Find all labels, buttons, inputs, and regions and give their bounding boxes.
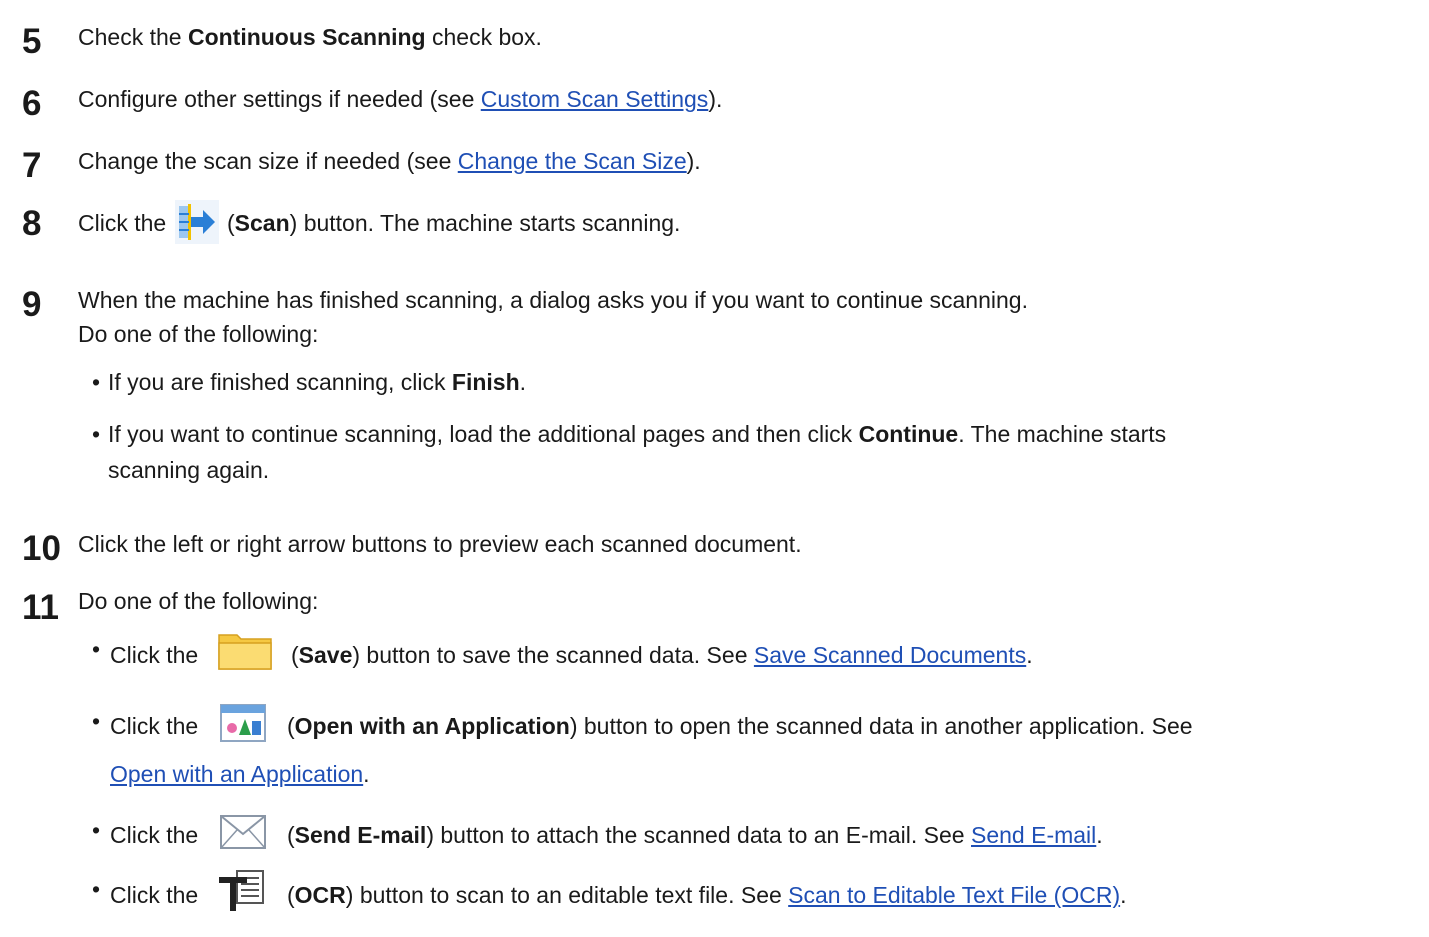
text-segment: ) button to open the scanned data in ano… bbox=[569, 713, 1193, 740]
ui-term: Scan bbox=[234, 210, 290, 237]
step-number: 6 bbox=[22, 84, 42, 123]
text-segment: ) button to save the scanned data. See bbox=[352, 642, 754, 669]
text-segment: ( bbox=[284, 642, 299, 669]
custom-scan-settings-link[interactable]: Custom Scan Settings bbox=[481, 86, 709, 112]
text-segment: ( bbox=[280, 822, 295, 849]
list-item: Click the (Open with an Application) but… bbox=[110, 699, 1193, 747]
text-segment: ) button. The machine starts scanning. bbox=[289, 210, 681, 237]
list-item-continuation: Open with an Application. bbox=[110, 759, 370, 789]
bullet: • bbox=[92, 636, 101, 662]
text-segment: Change the scan size if needed (see bbox=[78, 148, 458, 174]
application-icon bbox=[208, 699, 277, 747]
ui-term: Finish bbox=[451, 369, 520, 395]
bullet: • bbox=[92, 369, 101, 395]
list-item: Click the (OCR) button to scan to an edi… bbox=[110, 865, 1127, 917]
list-item: If you want to continue scanning, load t… bbox=[108, 419, 1166, 449]
step-number: 10 bbox=[22, 529, 61, 568]
list-item: If you are finished scanning, click Fini… bbox=[108, 367, 526, 397]
text-segment: . bbox=[1096, 822, 1103, 849]
step-number: 11 bbox=[22, 588, 59, 627]
step-text: Check the Continuous Scanning check box. bbox=[78, 22, 542, 52]
text-segment: Click the bbox=[78, 210, 173, 237]
text-segment: If you want to continue scanning, load t… bbox=[108, 421, 859, 447]
text-segment: . bbox=[519, 369, 527, 395]
text-segment: . bbox=[363, 761, 370, 787]
text-segment: Configure other settings if needed (see bbox=[78, 86, 481, 112]
ui-term: Open with an Application bbox=[294, 713, 570, 740]
text-segment: ). bbox=[708, 86, 723, 112]
step-text: Click the left or right arrow buttons to… bbox=[78, 531, 802, 557]
text-segment: check box. bbox=[425, 24, 542, 50]
text-segment: . bbox=[1120, 882, 1127, 909]
ui-term: Save bbox=[298, 642, 353, 669]
text-segment: Click the bbox=[110, 713, 205, 740]
text-segment: . The machine starts bbox=[958, 421, 1167, 447]
text-segment: Click the bbox=[110, 822, 205, 849]
ui-term: OCR bbox=[294, 882, 346, 909]
bullet: • bbox=[92, 708, 101, 734]
step-text: Do one of the following: bbox=[78, 321, 319, 347]
step-text: When the machine has finished scanning, … bbox=[78, 287, 1028, 313]
list-item-continuation: scanning again. bbox=[108, 457, 270, 483]
step-text: Click the (Scan) button. The machine sta… bbox=[78, 200, 681, 244]
step-number: 7 bbox=[22, 146, 42, 185]
send-email-link[interactable]: Send E-mail bbox=[971, 822, 1096, 848]
ui-term: Continuous Scanning bbox=[187, 24, 426, 50]
step-text: Configure other settings if needed (see … bbox=[78, 84, 722, 114]
bullet: • bbox=[92, 876, 101, 902]
list-item: Click the (Send E-mail) button to attach… bbox=[110, 808, 1103, 856]
scan-icon bbox=[174, 200, 219, 244]
text-segment: ( bbox=[280, 882, 295, 909]
text-segment: Check the bbox=[78, 24, 188, 50]
text-segment: . bbox=[1026, 642, 1033, 669]
step-text: Do one of the following: bbox=[78, 588, 319, 614]
list-item: Click the (Save) button to save the scan… bbox=[110, 627, 1033, 677]
step-number: 9 bbox=[22, 285, 42, 324]
text-segment: ( bbox=[220, 210, 235, 237]
text-segment: ( bbox=[280, 713, 295, 740]
ocr-icon bbox=[208, 865, 277, 917]
text-segment: ) button to scan to an editable text fil… bbox=[345, 882, 789, 909]
step-text: Change the scan size if needed (see Chan… bbox=[78, 146, 701, 176]
text-segment: ). bbox=[686, 148, 701, 174]
ui-term: Continue bbox=[858, 421, 959, 447]
open-with-application-link[interactable]: Open with an Application bbox=[110, 761, 363, 787]
save-scanned-documents-link[interactable]: Save Scanned Documents bbox=[754, 642, 1026, 668]
step-number: 5 bbox=[22, 22, 42, 61]
ui-term: Send E-mail bbox=[294, 822, 427, 849]
envelope-icon bbox=[208, 808, 277, 856]
bullet: • bbox=[92, 421, 101, 447]
text-segment: Click the bbox=[110, 642, 205, 669]
folder-icon bbox=[208, 627, 281, 677]
step-number: 8 bbox=[22, 204, 42, 243]
change-scan-size-link[interactable]: Change the Scan Size bbox=[458, 148, 687, 174]
bullet: • bbox=[92, 817, 101, 843]
text-segment: If you are finished scanning, click bbox=[108, 369, 452, 395]
text-segment: Click the bbox=[110, 882, 205, 909]
text-segment: ) button to attach the scanned data to a… bbox=[426, 822, 971, 849]
scan-to-editable-text-ocr-link[interactable]: Scan to Editable Text File (OCR) bbox=[788, 882, 1120, 908]
